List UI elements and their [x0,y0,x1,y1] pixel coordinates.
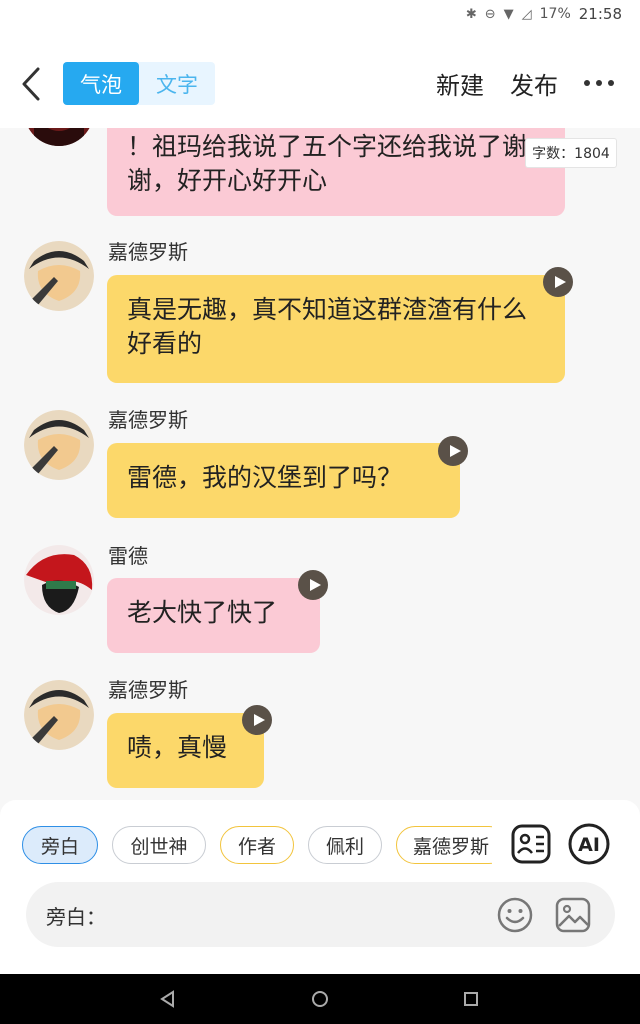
nav-recents-icon[interactable] [461,989,481,1009]
back-button[interactable] [18,66,48,102]
composer-panel: 旁白 创世神 作者 佩利 嘉德罗斯 AI 旁白： [0,800,640,974]
message-text: 老大快了快了 [127,598,278,627]
play-audio-button[interactable] [242,705,272,735]
avatar-red[interactable] [24,128,94,146]
character-card-button[interactable] [509,822,553,866]
more-dot-icon [608,80,614,86]
message-bubble[interactable]: 老大快了快了 [107,578,320,653]
more-dot-icon [584,80,590,86]
role-chip-list[interactable]: 旁白 创世神 作者 佩利 嘉德罗斯 [22,826,492,864]
role-chip[interactable]: 佩利 [308,826,382,864]
mode-toggle: 气泡 文字 [63,62,215,105]
publish-button[interactable]: 发布 [510,66,558,101]
image-button[interactable] [554,896,592,934]
more-dot-icon [596,80,602,86]
play-icon [554,276,566,288]
tab-text[interactable]: 文字 [139,62,215,105]
message-text: 雷德，我的汉堡到了吗？ [127,463,403,492]
clock: 21:58 [578,5,622,23]
emoji-button[interactable] [496,896,534,934]
app-header: 气泡 文字 新建 发布 [0,28,640,128]
speaker-name: 雷德 [108,544,148,568]
ai-button[interactable]: AI [567,822,611,866]
contact-card-icon [511,824,551,864]
input-speaker-label: 旁白： [46,905,106,929]
play-icon [253,714,265,726]
play-audio-button[interactable] [298,570,328,600]
message-bubble[interactable]: 雷德，我的汉堡到了吗？ [107,443,460,518]
nav-back-icon[interactable] [158,989,178,1009]
chat-area[interactable]: ！祖玛给我说了五个字还给我说了谢谢，好开心好开心 字数：1804 嘉德罗斯 真是… [0,128,640,800]
role-chip[interactable]: 旁白 [22,826,98,864]
smiley-icon [497,897,533,933]
play-icon [309,579,321,591]
battery-level: 17% [539,6,571,22]
bluetooth-icon: ✱ [465,6,477,22]
message-bubble[interactable]: 啧，真慢 [107,713,264,788]
speaker-name: 嘉德罗斯 [108,240,188,264]
signal-off-icon: ◿ [521,6,532,22]
play-icon [449,445,461,457]
play-audio-button[interactable] [438,436,468,466]
avatar-gold[interactable] [24,241,94,311]
avatar-red[interactable] [24,545,94,615]
message-input[interactable] [106,896,486,932]
message-input-bar: 旁白： [26,882,615,947]
image-icon [555,897,591,933]
more-options-button[interactable] [584,68,614,98]
word-count-badge: 字数：1804 [525,138,617,168]
role-chip[interactable]: 作者 [220,826,294,864]
avatar-gold[interactable] [24,410,94,480]
dnd-icon: ⊖ [484,6,496,22]
message-bubble[interactable]: ！祖玛给我说了五个字还给我说了谢谢，好开心好开心 [107,128,565,216]
message-text: 啧，真慢 [127,733,228,762]
status-bar: ✱ ⊖ ▼ ◿ 17% 21:58 [0,0,640,28]
ai-label: AI [578,834,600,856]
nav-home-icon[interactable] [310,989,330,1009]
ai-icon: AI [568,823,610,865]
system-nav-bar [0,974,640,1024]
message-text: 真是无趣，真不知道这群渣渣有什么好看的 [127,295,528,358]
message-bubble[interactable]: 真是无趣，真不知道这群渣渣有什么好看的 [107,275,565,383]
tab-bubble[interactable]: 气泡 [63,62,139,105]
role-chip[interactable]: 创世神 [112,826,206,864]
speaker-name: 嘉德罗斯 [108,678,188,702]
role-chip[interactable]: 嘉德罗斯 [396,826,492,864]
avatar-gold[interactable] [24,680,94,750]
speaker-name: 嘉德罗斯 [108,408,188,432]
chevron-left-icon [22,67,40,101]
wifi-icon: ▼ [503,6,514,22]
new-button[interactable]: 新建 [436,66,484,101]
message-text: ！祖玛给我说了五个字还给我说了谢谢，好开心好开心 [127,132,528,195]
play-audio-button[interactable] [543,267,573,297]
